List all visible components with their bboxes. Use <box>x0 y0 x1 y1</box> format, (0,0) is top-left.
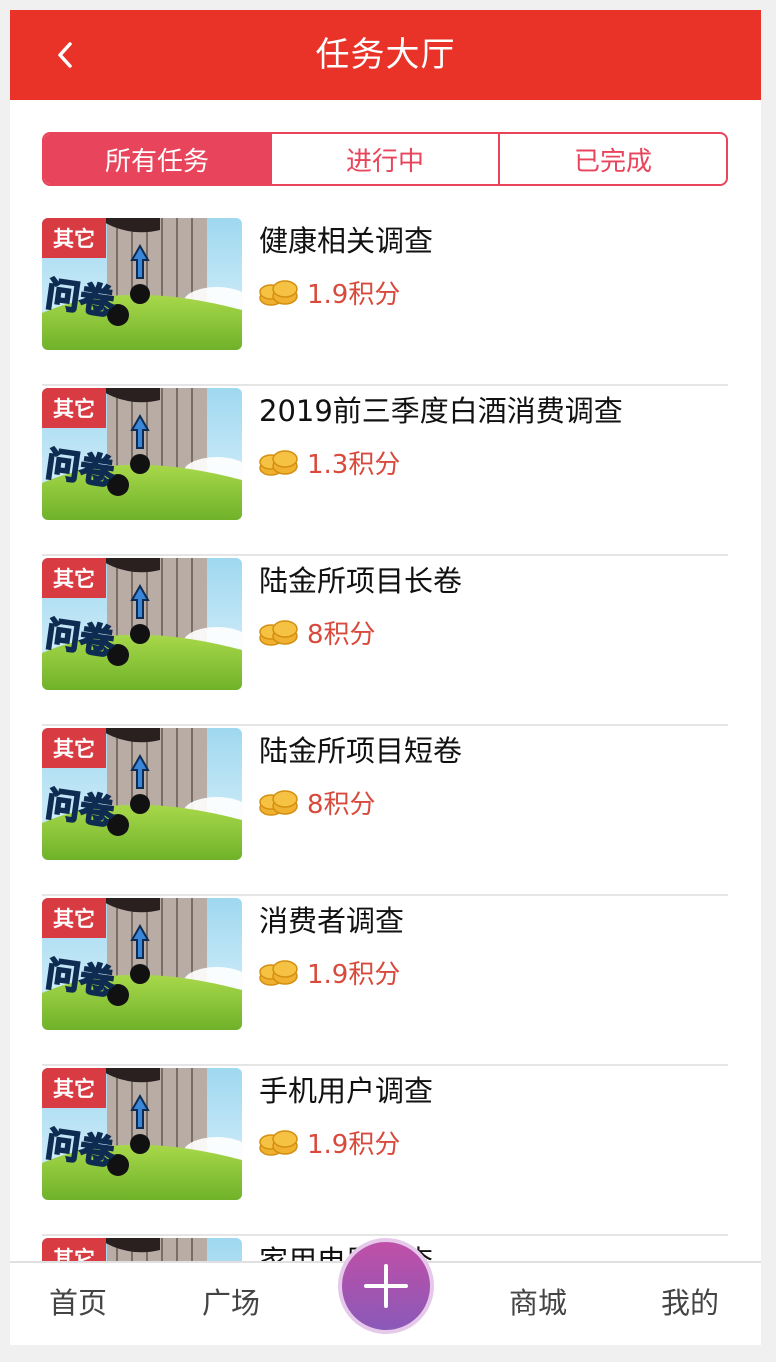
task-reward: 1.9积分 <box>259 1122 400 1162</box>
coins-icon <box>259 1130 298 1156</box>
add-button[interactable] <box>338 1238 434 1334</box>
task-list-item[interactable]: 问卷 其它 健康相关调查 1.9积分 <box>42 216 728 386</box>
task-list-item[interactable]: 问卷 其它 陆金所项目长卷 8积分 <box>42 556 728 726</box>
task-thumbnail: 问卷 其它 <box>42 728 242 860</box>
tab-all-tasks[interactable]: 所有任务 <box>44 134 270 184</box>
task-thumbnail: 问卷 其它 <box>42 218 242 350</box>
category-badge: 其它 <box>42 388 106 428</box>
category-badge: 其它 <box>42 218 106 258</box>
task-title: 消费者调查 <box>259 904 405 938</box>
task-title: 手机用户调查 <box>259 1074 434 1108</box>
task-list-item[interactable]: 问卷 其它 手机用户调查 1.9积分 <box>42 1066 728 1236</box>
task-reward: 1.9积分 <box>259 272 400 312</box>
reward-value: 1.9积分 <box>307 279 401 310</box>
category-badge: 其它 <box>42 1238 106 1261</box>
reward-value: 1.3积分 <box>307 449 401 480</box>
category-badge: 其它 <box>42 898 106 938</box>
nav-mine[interactable]: 我的 <box>640 1263 740 1345</box>
page-title: 任务大厅 <box>315 35 456 75</box>
coins-icon <box>259 450 298 476</box>
task-list-item[interactable]: 问卷 其它 陆金所项目短卷 8积分 <box>42 726 728 896</box>
reward-value: 1.9积分 <box>307 1129 401 1160</box>
nav-plaza[interactable]: 广场 <box>181 1263 281 1345</box>
coins-icon <box>259 620 298 646</box>
reward-value: 1.9积分 <box>307 959 401 990</box>
task-reward: 8积分 <box>259 782 376 822</box>
reward-value: 8积分 <box>307 789 376 820</box>
task-title: 2019前三季度白酒消费调查 <box>259 394 623 428</box>
nav-home[interactable]: 首页 <box>28 1263 128 1345</box>
task-thumbnail: 问卷 其它 <box>42 558 242 690</box>
reward-value: 8积分 <box>307 619 376 650</box>
task-thumbnail: 问卷 其它 <box>42 1068 242 1200</box>
task-title: 陆金所项目长卷 <box>259 564 463 598</box>
nav-mall[interactable]: 商城 <box>488 1263 588 1345</box>
plus-icon <box>364 1264 408 1308</box>
task-thumbnail: 问卷 其它 <box>42 388 242 520</box>
task-filter-tabs: 所有任务 进行中 已完成 <box>42 132 728 186</box>
coins-icon <box>259 280 298 306</box>
app-header: 任务大厅 <box>10 10 761 100</box>
task-thumbnail: 问卷 其它 <box>42 898 242 1030</box>
task-title: 陆金所项目短卷 <box>259 734 463 768</box>
task-list-item[interactable]: 问卷 其它 2019前三季度白酒消费调查 1.3积分 <box>42 386 728 556</box>
task-reward: 8积分 <box>259 612 376 652</box>
coins-icon <box>259 960 298 986</box>
coins-icon <box>259 790 298 816</box>
category-badge: 其它 <box>42 728 106 768</box>
tab-in-progress[interactable]: 进行中 <box>270 134 498 184</box>
tab-completed[interactable]: 已完成 <box>498 134 726 184</box>
category-badge: 其它 <box>42 558 106 598</box>
task-reward: 1.3积分 <box>259 442 400 482</box>
category-badge: 其它 <box>42 1068 106 1108</box>
task-thumbnail: 问卷 其它 <box>42 1238 242 1261</box>
task-reward: 1.9积分 <box>259 952 400 992</box>
phone-screen: 任务大厅 所有任务 进行中 已完成 问卷 其它 健康相关调查 1.9积分 问卷 … <box>10 10 761 1345</box>
task-title: 健康相关调查 <box>259 224 434 258</box>
task-list: 问卷 其它 健康相关调查 1.9积分 问卷 其它 2019前三季度白酒消费调查 … <box>42 216 728 1261</box>
task-list-item[interactable]: 问卷 其它 消费者调查 1.9积分 <box>42 896 728 1066</box>
